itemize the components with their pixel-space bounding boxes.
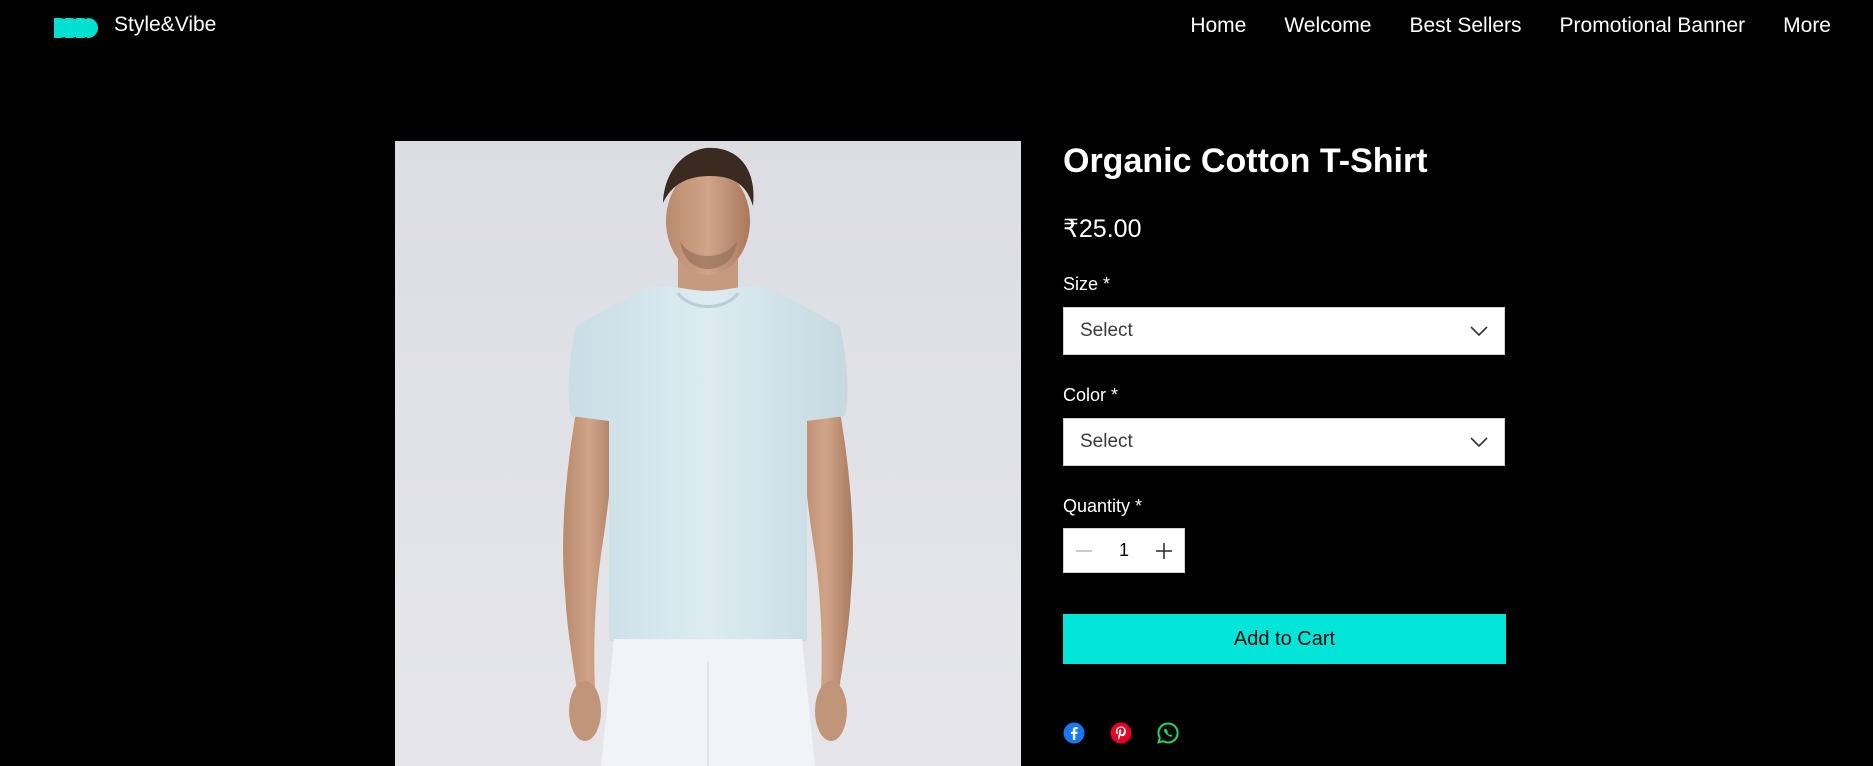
add-to-cart-button[interactable]: Add to Cart: [1063, 614, 1506, 664]
nav-promotional-banner[interactable]: Promotional Banner: [1560, 14, 1746, 38]
product-image[interactable]: [395, 141, 1021, 766]
decrement-button[interactable]: [1064, 529, 1104, 572]
product-page: Style&Vibe Home Welcome Best Sellers Pro…: [0, 0, 1873, 766]
plus-icon: [1155, 542, 1172, 559]
share-icons: [1063, 722, 1179, 744]
product-info: Organic Cotton T-Shirt ₹25.00 Size * Sel…: [1063, 136, 1507, 744]
size-label: Size *: [1063, 274, 1111, 294]
quantity-input[interactable]: 1: [1119, 540, 1129, 561]
main-nav: Home Welcome Best Sellers Promotional Ba…: [1152, 14, 1831, 38]
color-label: Color *: [1063, 385, 1119, 405]
minus-icon: [1076, 549, 1092, 552]
nav-more[interactable]: More: [1783, 14, 1831, 38]
product-price: ₹25.00: [1063, 215, 1142, 243]
color-select[interactable]: Select: [1063, 418, 1505, 466]
nav-home[interactable]: Home: [1190, 14, 1246, 38]
product-photo-illustration: [563, 147, 853, 766]
brand-logo-icon[interactable]: [54, 16, 98, 40]
nav-welcome[interactable]: Welcome: [1284, 14, 1371, 38]
site-header: Style&Vibe Home Welcome Best Sellers Pro…: [0, 0, 1873, 56]
color-select-value: Select: [1080, 431, 1133, 452]
pinterest-icon[interactable]: [1110, 722, 1132, 744]
quantity-stepper: 1: [1063, 528, 1185, 573]
chevron-down-icon: [1470, 326, 1488, 337]
nav-best-sellers[interactable]: Best Sellers: [1409, 14, 1521, 38]
size-select[interactable]: Select: [1063, 307, 1505, 355]
brand-name[interactable]: Style&Vibe: [114, 13, 216, 37]
size-select-value: Select: [1080, 320, 1133, 341]
quantity-label: Quantity *: [1063, 496, 1143, 516]
whatsapp-icon[interactable]: [1157, 722, 1179, 744]
increment-button[interactable]: [1144, 529, 1184, 572]
product-title: Organic Cotton T-Shirt: [1063, 142, 1428, 180]
chevron-down-icon: [1470, 437, 1488, 448]
facebook-icon[interactable]: [1063, 722, 1085, 744]
